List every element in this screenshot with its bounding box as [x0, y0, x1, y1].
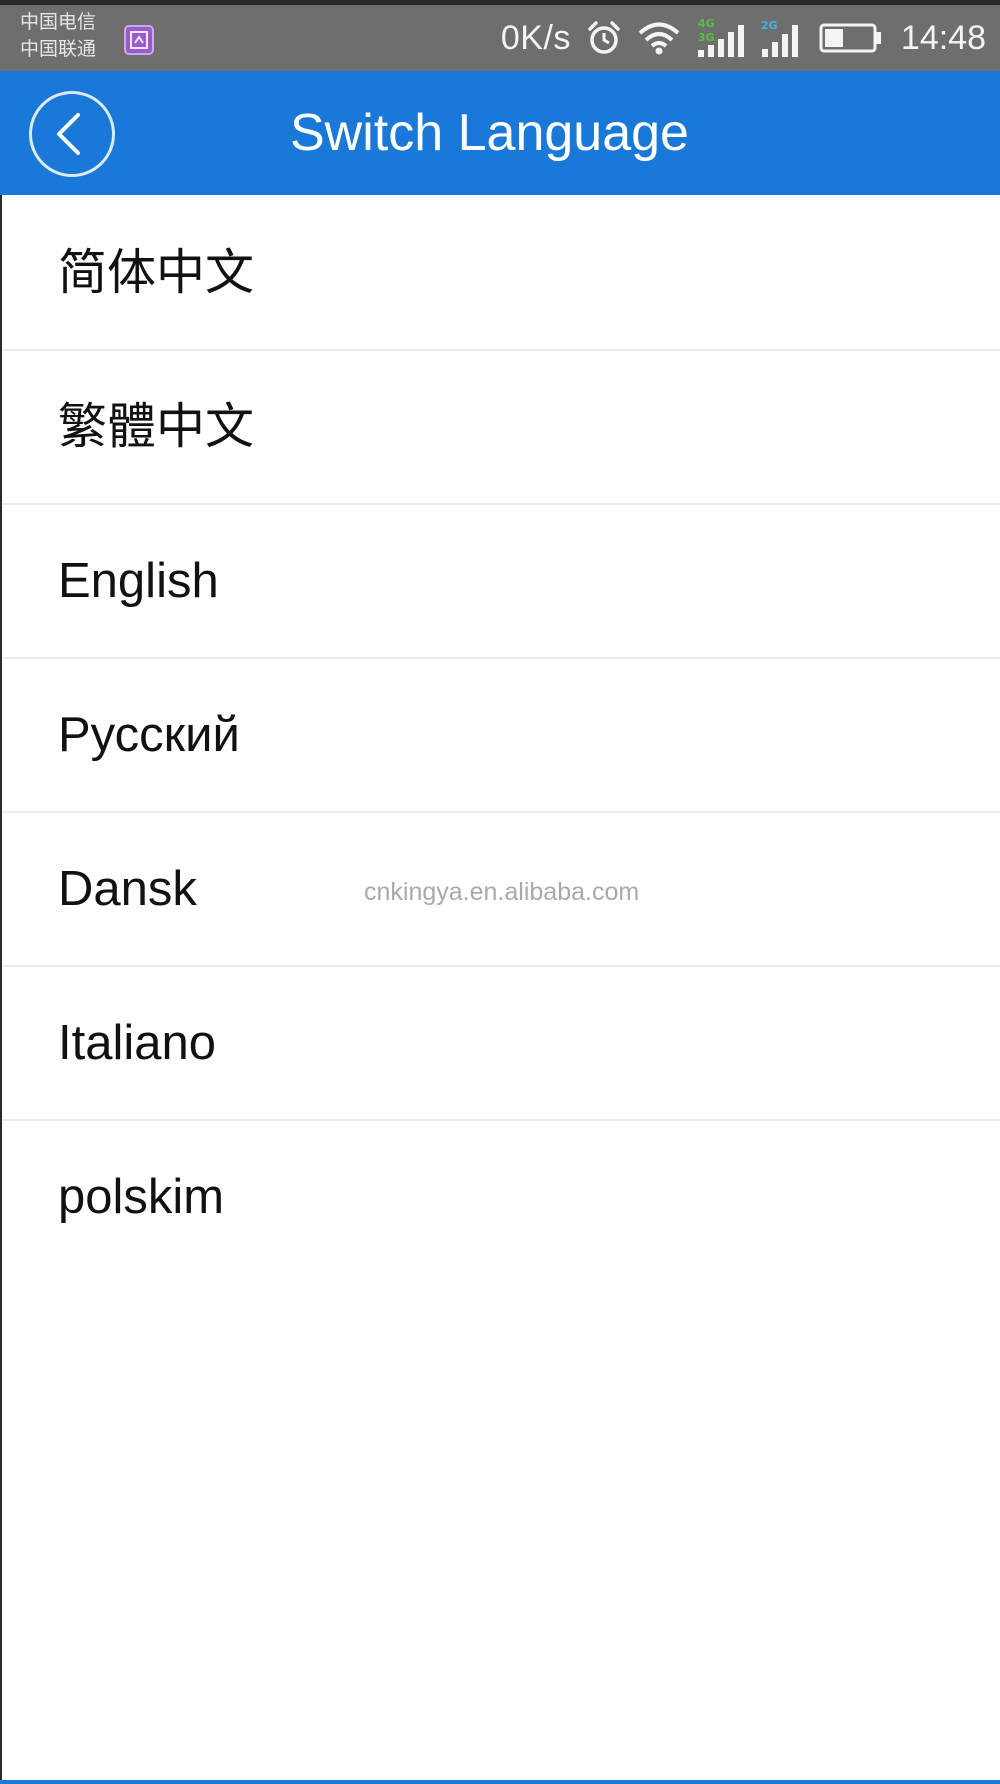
carrier-names: 中国电信 中国联通	[20, 9, 96, 63]
clock: 14:48	[900, 18, 986, 57]
language-item-english[interactable]: English	[0, 505, 1000, 659]
signal-3g-icon: 2G	[759, 15, 805, 61]
language-label: Русский	[58, 708, 240, 762]
language-label: English	[58, 554, 219, 608]
language-list: 简体中文 繁體中文 English Русский Dansk Italiano…	[0, 197, 1000, 1273]
language-item-russian[interactable]: Русский	[0, 659, 1000, 813]
watermark: cnkingya.en.alibaba.com	[364, 878, 640, 906]
language-item-polish[interactable]: polskim	[0, 1121, 1000, 1273]
screen-frame-bottom	[0, 1780, 1000, 1784]
alarm-icon	[585, 19, 623, 57]
battery-icon	[819, 22, 883, 54]
language-item-simplified-chinese[interactable]: 简体中文	[0, 197, 1000, 351]
chevron-left-icon	[57, 113, 80, 155]
language-label: 简体中文	[58, 244, 255, 301]
status-bar: 中国电信 中国联通 0K/s 4G 3G 2G 14:48	[0, 5, 1000, 71]
language-item-italian[interactable]: Italiano	[0, 967, 1000, 1121]
language-label: Italiano	[58, 1016, 217, 1070]
network-speed: 0K/s	[500, 18, 571, 57]
app-notification-icon	[124, 25, 154, 55]
wifi-icon	[637, 20, 681, 56]
back-button[interactable]	[29, 91, 115, 177]
language-item-traditional-chinese[interactable]: 繁體中文	[0, 351, 1000, 505]
screen-frame-left	[0, 195, 2, 1784]
language-label: polskim	[58, 1170, 225, 1224]
language-label: Dansk	[58, 862, 197, 916]
page-title: Switch Language	[290, 104, 689, 162]
language-label: 繁體中文	[58, 398, 255, 455]
signal-4g-icon: 4G 3G	[695, 15, 745, 61]
carrier-name-1: 中国电信	[20, 11, 97, 33]
status-indicators: 0K/s 4G 3G 2G 14:48	[501, 5, 986, 71]
carrier-name-2: 中国联通	[20, 38, 97, 60]
app-bar: Switch Language	[0, 71, 1000, 195]
